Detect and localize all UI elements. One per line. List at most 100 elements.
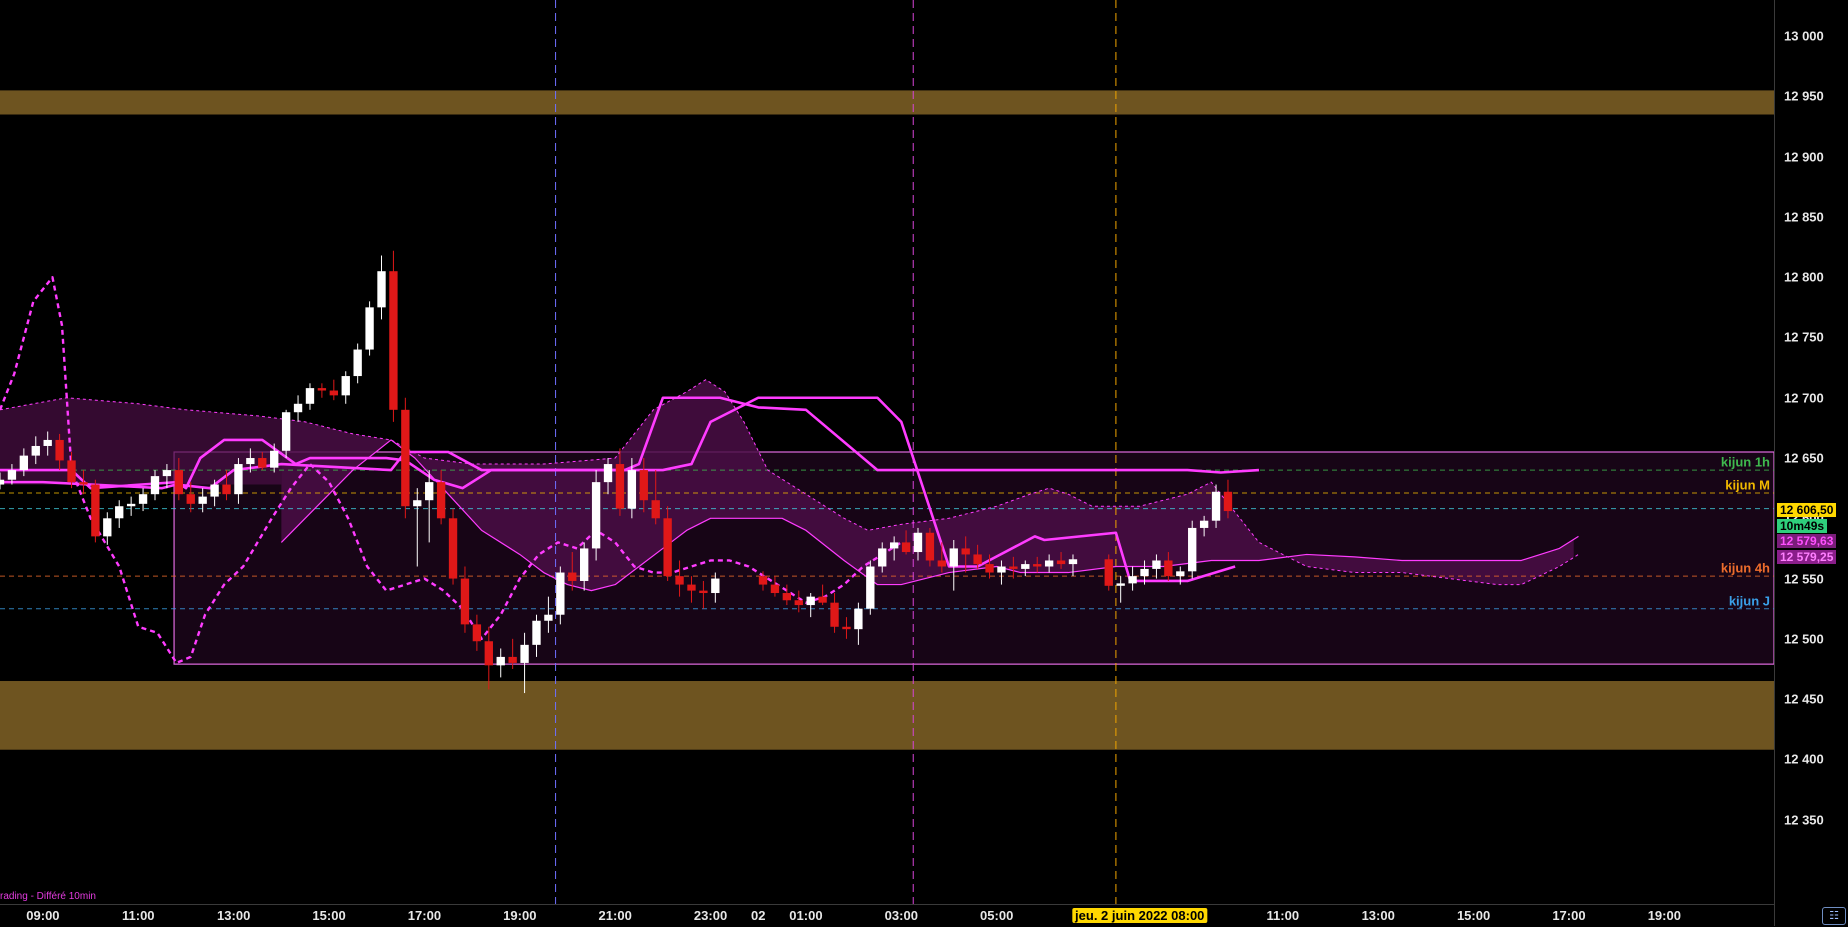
candle [758, 576, 768, 585]
candle [794, 600, 803, 606]
time-tick-label: 11:00 [1266, 908, 1300, 923]
candle [580, 548, 589, 581]
candle [937, 560, 947, 567]
candle [961, 548, 970, 555]
candle [591, 482, 601, 549]
price-tick-label: 12 900 [1784, 149, 1824, 165]
candle [1056, 560, 1066, 565]
candle [91, 484, 100, 537]
candle [532, 620, 541, 645]
candle [1199, 520, 1209, 528]
candle [770, 584, 780, 594]
candle [43, 439, 52, 446]
time-tick-label: 13:00 [1361, 908, 1395, 923]
candle [973, 554, 982, 565]
candle [281, 412, 291, 451]
price-tick-label: 12 700 [1784, 390, 1824, 406]
candle [0, 479, 5, 485]
price-tag: 12 606,50 [1777, 502, 1837, 517]
candle [258, 458, 267, 468]
candle [413, 500, 422, 507]
price-chart[interactable] [0, 0, 1774, 904]
price-tick-label: 12 450 [1784, 691, 1824, 707]
level-label-kijun-4h: kijun 4h [1720, 560, 1770, 576]
candle [317, 388, 327, 391]
candle [1116, 583, 1125, 586]
price-tick-label: 12 550 [1784, 571, 1824, 587]
time-tick-label: jeu. 2 juin 2022 08:00 [1072, 908, 1208, 923]
candle [556, 572, 565, 615]
candle [1021, 564, 1030, 569]
candle [103, 518, 112, 537]
candle [985, 564, 994, 573]
candle [55, 439, 64, 461]
time-tick-label: 05:00 [980, 908, 1014, 923]
price-tag: 12 579,63 [1777, 534, 1837, 549]
time-tick-label: 15:00 [312, 908, 346, 923]
candle [711, 578, 720, 594]
candle [901, 542, 911, 553]
candle [687, 584, 696, 591]
time-tick-label: 21:00 [598, 908, 632, 923]
candle [854, 608, 863, 630]
price-tag: 12 579,25 [1777, 549, 1837, 564]
candle [1009, 566, 1018, 569]
time-tick-label: 19:00 [1647, 908, 1681, 923]
candle [79, 482, 88, 485]
price-tick-label: 12 800 [1784, 269, 1824, 285]
candle [365, 307, 374, 350]
delay-watermark: rading - Différé 10min [0, 891, 96, 902]
candle [889, 542, 899, 549]
time-tick-label: 17:00 [1552, 908, 1586, 923]
candle [949, 548, 958, 567]
candle [1044, 560, 1054, 567]
candle [1140, 568, 1149, 577]
time-tick-label: 03:00 [884, 908, 918, 923]
candle [436, 482, 446, 519]
candle [568, 572, 577, 581]
price-tick-label: 12 750 [1784, 329, 1824, 345]
candle [520, 644, 529, 663]
candle [138, 494, 148, 504]
time-tick-label: 23:00 [693, 908, 728, 923]
candle [67, 460, 76, 483]
candle [377, 271, 386, 308]
candle [472, 624, 482, 642]
candle [484, 641, 493, 666]
candle [603, 464, 613, 483]
candle [1033, 564, 1042, 567]
candle [19, 455, 29, 471]
chart-stage[interactable]: 13 000 12 950 12 900 12 850 12 800 12 750 12 7… [0, 0, 1848, 927]
time-tick-label: 15:00 [1456, 908, 1491, 923]
candle [31, 445, 40, 456]
candle [7, 470, 17, 480]
candle [246, 458, 255, 465]
candle [270, 450, 279, 468]
candle [615, 464, 625, 509]
price-tick-label: 12 500 [1784, 631, 1824, 647]
candle [866, 566, 875, 609]
price-tick-label: 12 850 [1784, 209, 1824, 225]
candle [699, 590, 708, 594]
candle [1164, 560, 1173, 577]
candle [115, 506, 124, 519]
price-tick-label: 12 400 [1784, 751, 1824, 767]
price-tick-label: 12 950 [1784, 88, 1824, 104]
price-tick-label: 13 000 [1784, 28, 1824, 44]
candle [401, 409, 410, 507]
price-tick-label: 12 350 [1784, 812, 1824, 828]
time-tick-label: 01:00 [789, 908, 823, 923]
candle [651, 500, 660, 519]
time-tick-label: 19:00 [503, 908, 537, 923]
candle [806, 596, 815, 606]
candle [341, 376, 350, 396]
candle [389, 271, 398, 410]
time-tick-label: 11:00 [122, 908, 155, 923]
level-label-kijun-1h: kijun 1h [1720, 454, 1770, 470]
candle [997, 566, 1006, 573]
layers-icon[interactable]: ☷ [1822, 907, 1846, 925]
candle [293, 403, 303, 413]
candle [925, 532, 935, 561]
candle [448, 518, 458, 579]
candle [222, 484, 231, 495]
